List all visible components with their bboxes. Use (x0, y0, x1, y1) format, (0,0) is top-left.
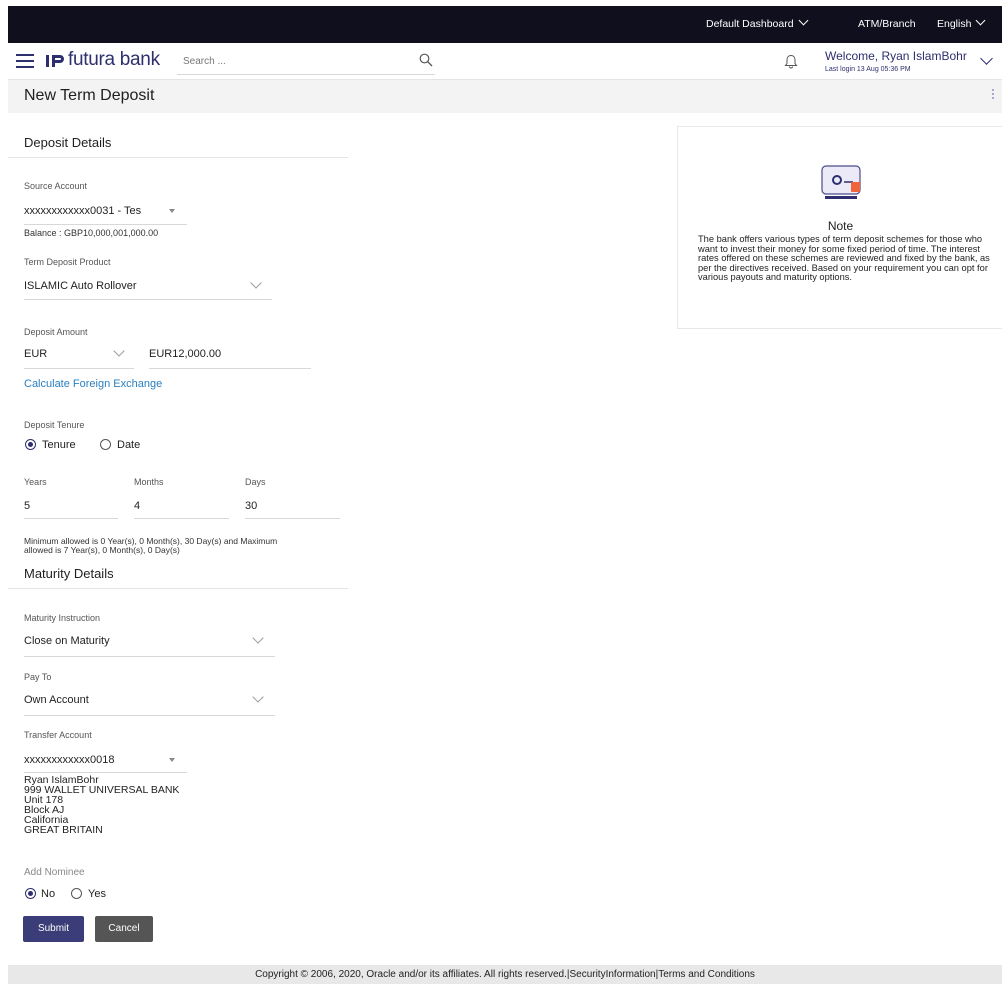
note-title: Note (827, 219, 854, 233)
field-underline (24, 518, 118, 519)
field-underline (24, 224, 187, 225)
note-text: The bank offers various types of term de… (698, 234, 990, 282)
maturity-instruction-label: Maturity Instruction (24, 613, 101, 623)
field-underline (24, 656, 275, 657)
menu-icon[interactable] (16, 54, 34, 68)
footer: Copyright © 2006, 2020, Oracle and/or it… (8, 965, 1002, 984)
pay-to-value: Own Account (24, 694, 89, 706)
caret-down-icon (169, 758, 175, 762)
calculate-fx-link[interactable]: Calculate Foreign Exchange (24, 378, 162, 390)
chevron-down-icon[interactable] (980, 52, 993, 65)
submit-button[interactable]: Submit (23, 916, 84, 942)
brand-name: futura bank (68, 49, 160, 70)
page-title: New Term Deposit (24, 87, 155, 104)
months-value: 4 (134, 500, 141, 512)
safe-deposit-icon (821, 165, 861, 199)
transfer-account-value: xxxxxxxxxxxx0018 (24, 754, 115, 766)
days-label: Days (245, 477, 266, 487)
field-underline (24, 772, 187, 773)
deposit-amount-label: Deposit Amount (24, 327, 88, 337)
cancel-button[interactable]: Cancel (95, 916, 153, 942)
pay-to-label: Pay To (24, 672, 52, 682)
note-card: Note The bank offers various types of te… (677, 126, 1002, 329)
field-underline (134, 518, 229, 519)
deposit-tenure-label: Deposit Tenure (24, 420, 85, 430)
top-bar: Default Dashboard ATM/Branch English (8, 6, 1002, 43)
language-label: English (937, 18, 972, 30)
maturity-instruction-value: Close on Maturity (24, 635, 110, 647)
field-underline (149, 368, 311, 369)
kebab-menu-icon[interactable] (992, 89, 996, 103)
nominee-yes-radio[interactable] (71, 888, 82, 899)
tenure-radio-label[interactable]: Tenure (42, 439, 76, 451)
years-value: 5 (24, 500, 31, 512)
dashboard-label: Default Dashboard (706, 18, 794, 30)
amount-value: EUR12,000.00 (149, 348, 222, 360)
product-value: ISLAMIC Auto Rollover (24, 280, 137, 292)
caret-down-icon (169, 209, 175, 213)
logo-icon (46, 55, 64, 67)
currency-value: EUR (24, 348, 48, 360)
nominee-no-radio[interactable] (25, 888, 36, 899)
days-value: 30 (245, 500, 258, 512)
dashboard-selector[interactable]: Default Dashboard (706, 15, 809, 30)
deposit-details-title: Deposit Details (24, 135, 112, 150)
welcome-user[interactable]: Welcome, Ryan IslamBohr (825, 49, 967, 63)
page-title-bar: New Term Deposit (8, 80, 1002, 113)
months-label: Months (134, 477, 164, 487)
source-account-value: xxxxxxxxxxxx0031 - Tes (24, 205, 142, 217)
account-address: Ryan IslamBohr 999 WALLET UNIVERSAL BANK… (24, 775, 179, 836)
language-selector[interactable]: English (937, 15, 986, 30)
tenure-radio[interactable] (25, 439, 36, 450)
nominee-no-label[interactable]: No (41, 888, 55, 900)
date-radio[interactable] (100, 439, 111, 450)
maturity-details-title: Maturity Details (24, 566, 114, 581)
search-icon[interactable] (419, 53, 433, 67)
field-underline (24, 299, 272, 300)
tenure-hint-line-2: allowed is 7 Year(s), 0 Month(s), 0 Day(… (24, 545, 180, 555)
field-underline (24, 368, 134, 369)
search-input[interactable]: Search ... (177, 48, 435, 75)
field-underline (24, 715, 275, 716)
product-label: Term Deposit Product (24, 257, 111, 267)
last-login: Last login 13 Aug 05:36 PM (825, 66, 911, 73)
section-divider (8, 588, 348, 589)
date-radio-label[interactable]: Date (117, 439, 140, 451)
address-line: GREAT BRITAIN (24, 824, 103, 836)
years-label: Years (24, 477, 47, 487)
add-nominee-label: Add Nominee (24, 867, 85, 878)
section-divider (8, 157, 348, 158)
chevron-down-icon (976, 15, 986, 26)
field-underline (245, 518, 340, 519)
balance-text: Balance : GBP10,000,001,000.00 (24, 228, 159, 238)
chevron-down-icon (798, 15, 809, 26)
nominee-yes-label[interactable]: Yes (88, 888, 106, 900)
transfer-account-label: Transfer Account (24, 730, 92, 740)
bell-icon[interactable] (784, 54, 798, 69)
search-placeholder: Search ... (183, 56, 226, 67)
app-header: futura bank Search ... Welcome, Ryan Isl… (8, 43, 1002, 80)
atm-branch-link[interactable]: ATM/Branch (858, 18, 916, 30)
source-account-label: Source Account (24, 181, 88, 191)
